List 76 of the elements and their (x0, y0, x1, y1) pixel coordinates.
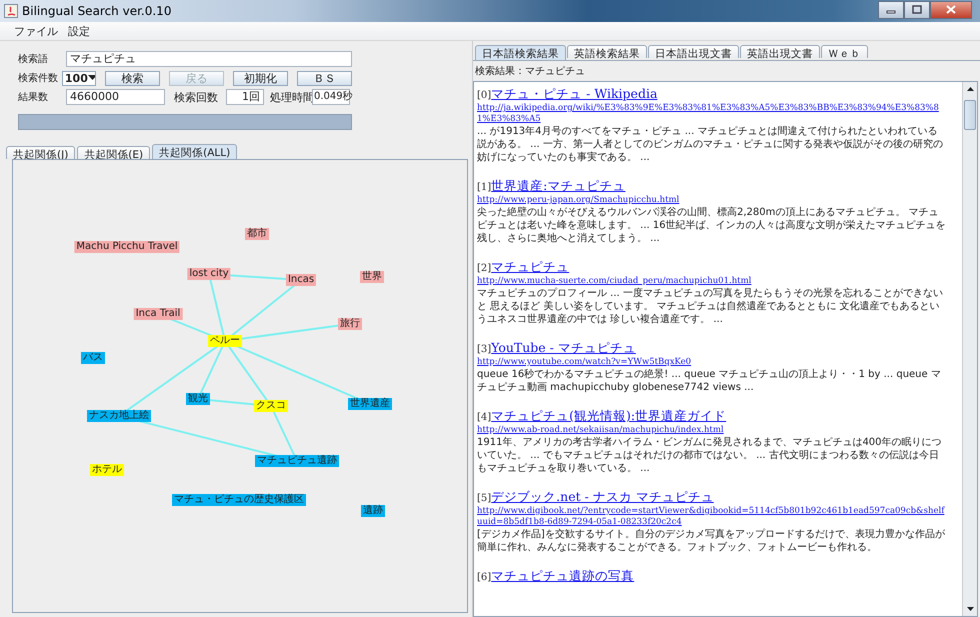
result-index: [6] (477, 572, 492, 583)
result-snippet: ... が1913年4月号のすべてをマチュ・ピチュ ... マチュピチュとは間違えて付けられたといわれている説がある。 ... 一方、第一人者としてのビンガムのマチュ・ピチュに関する発表や仮説がその後の研究の妨げになっていたのも事実である。 ... (477, 125, 944, 164)
menu-item[interactable]: 設定 (68, 24, 90, 38)
result-title-link[interactable]: デジブック.net - ナスカ マチュピチュ (491, 489, 714, 504)
graph-node[interactable]: ペルー (208, 335, 242, 347)
field-label: 結果数 (18, 91, 49, 104)
query-field[interactable]: マチュピチュ (66, 51, 352, 67)
result-index: [5] (477, 493, 492, 504)
graph-node[interactable]: lost city (187, 268, 231, 280)
menu-item[interactable]: ファイル (14, 24, 58, 38)
graph-node[interactable]: Incas (286, 274, 316, 286)
result-index: [3] (477, 344, 492, 355)
result-url-link[interactable]: http://www.digibook.net/?entrycode=startViewer&digibookid=5114cf5b801b92c461b1ead597ca09cb&shelfuuid=8b5df1b8-6d89-7294-05a1-08233f20c2c4 (477, 506, 946, 528)
scrollbar[interactable] (962, 82, 977, 616)
result-header: 検索結果：マチュピチュ (474, 64, 586, 79)
result-snippet: 尖った絶壁の山々がそびえるウルバンバ渓谷の山間、標高2,280mの頂上にあるマチュピチュ。 マチュピチュとは老いた峰を意味します。 ... 16世紀半ば、インカの人々は高度な文明が栄えたマチュピチュを残し、さらに奥地へと消えてしまう。 ... (477, 206, 946, 245)
result-index: [4] (477, 412, 492, 423)
result-index: [0] (477, 90, 492, 101)
graph-node[interactable]: 遺跡 (361, 505, 385, 517)
count-dropdown[interactable]: 100 (62, 70, 96, 86)
result-title-link[interactable]: マチュ・ピチュ - Wikipedia (491, 86, 658, 101)
tab[interactable]: 英語出現文書 (740, 45, 820, 58)
scroll-down-icon[interactable] (966, 607, 974, 611)
tab[interactable]: 日本語検索結果 (475, 45, 566, 60)
result-index: [1] (477, 182, 492, 193)
result-snippet: マチュピチュのプロフィール ... 一度マチュピチュの写真を見たらもうその光景を忘れることができないと 思えるほど 美しい姿をしています。 マチュピチュは自然遺産であるとともに 文化遺産でもあるというユネスコ世界遺産の中では 珍しい複合遺産です。 ... (477, 287, 944, 326)
action-button[interactable]: 検索 (104, 70, 160, 86)
graph-node[interactable]: クスコ (254, 400, 288, 412)
graph-node[interactable]: ホテル (90, 464, 124, 476)
result-url-link[interactable]: http://www.mucha-suerte.com/ciudad_peru/machupichu01.html (477, 276, 946, 287)
result-title-link[interactable]: 世界遺産:マチュピチュ (491, 178, 626, 193)
search-count-field[interactable]: 1回 (226, 89, 264, 105)
graph-node[interactable]: ナスカ地上絵 (87, 410, 151, 422)
graph-node[interactable]: バス (81, 352, 105, 364)
maximize-button[interactable] (904, 0, 930, 18)
result-url-link[interactable]: http://ja.wikipedia.org/wiki/%E3%83%9E%E3%83%81%E3%83%A5%E3%83%BB%E3%83%94%E3%83%81%E3%83%A5 (477, 103, 946, 125)
tab[interactable]: 日本語出現文書 (648, 45, 739, 58)
result-index: [2] (477, 263, 492, 274)
window-title: Bilingual Search ver.0.10 (22, 4, 172, 18)
close-button[interactable] (930, 0, 972, 18)
close-icon (946, 5, 956, 14)
graph-node[interactable]: 都市 (245, 228, 269, 240)
tab[interactable]: Ｗｅｂ (821, 45, 868, 58)
graph-node[interactable]: Machu Picchu Travel (74, 241, 180, 253)
field-label: 検索語 (18, 52, 49, 66)
result-url-link[interactable]: http://www.peru-japan.org/Smachupicchu.html (477, 195, 946, 206)
scroll-thumb[interactable] (964, 100, 976, 130)
time-field[interactable]: 0.049秒 (312, 89, 350, 105)
graph-node[interactable]: マチュピチュ遺跡 (255, 455, 339, 467)
result-title-link[interactable]: マチュピチュ(観光情報):世界遺産ガイド (491, 408, 726, 423)
graph-node[interactable]: 旅行 (338, 318, 362, 330)
graph-node[interactable]: 観光 (186, 393, 210, 405)
action-button[interactable]: 初期化 (232, 70, 288, 86)
result-count-field[interactable]: 4660000 (66, 89, 165, 105)
action-button[interactable]: ＢＳ (296, 70, 352, 86)
result-snippet: 1911年、アメリカの考古学者ハイラム・ビンガムに発見されるまで、マチュピチュは400年の眠りについていた。 ... でもマチュピチュはそれだけの都市ではない。 ... 古代文明にまつわる数々の伝説は今日もマチュピチュを取り巻いている。 ... (477, 436, 943, 475)
result-title-link[interactable]: マチュピチュ遺跡の写真 (491, 568, 634, 583)
tab[interactable]: 共起関係(ALL) (152, 144, 238, 159)
graph-node[interactable]: マチュ・ピチュの歴史保護区 (172, 494, 306, 506)
field-label: 検索回数 (174, 90, 219, 104)
graph-node[interactable]: 世界遺産 (348, 398, 392, 410)
graph-node[interactable]: 世界 (360, 271, 384, 283)
result-url-link[interactable]: http://www.ab-road.net/sekaiisan/machupichu/index.html (477, 425, 946, 436)
result-snippet: queue 16秒でわかるマチュピチュの絶景! ... queue マチュピチュ山の頂上より・・1 by ... queue マチュピチュ動画 machupicchuby globenese7742 views ... (477, 368, 942, 394)
minimize-button[interactable] (878, 0, 904, 18)
scroll-up-icon[interactable] (966, 87, 974, 91)
result-title-link[interactable]: YouTube - マチュピチュ (491, 340, 636, 355)
result-snippet: [デジカメ作品]を交歓するサイト。自分のデジカメ写真をアップロードするだけで、表現力豊かな作品が簡単に作れ、みんなに発表することができる。フォトブック、フォトムービーも作れる。 (477, 528, 946, 554)
app-icon (4, 4, 18, 18)
maximize-icon (912, 5, 922, 14)
caret-icon (88, 75, 95, 81)
result-title-link[interactable]: マチュピチュ (491, 259, 570, 274)
tab[interactable]: 英語検索結果 (567, 45, 647, 58)
graph-node[interactable]: Inca Trail (134, 308, 182, 320)
field-label: 検索件数 (18, 72, 59, 85)
result-url-link[interactable]: http://www.youtube.com/watch?v=YWw5tBqxKe0 (477, 357, 946, 368)
